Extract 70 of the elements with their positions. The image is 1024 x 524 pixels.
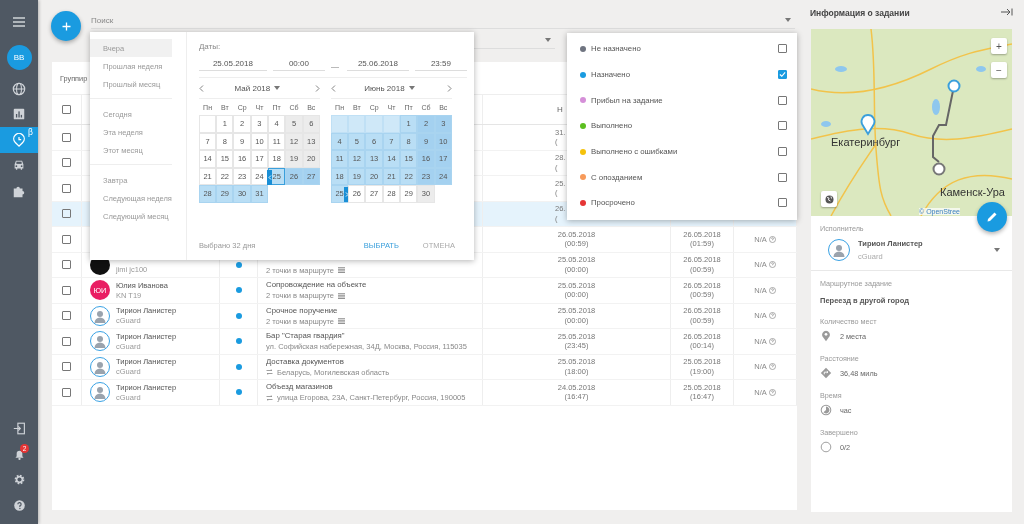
clock-icon [820, 404, 832, 416]
avatar-icon [828, 239, 850, 261]
checkbox[interactable] [778, 44, 787, 54]
avatar-icon [90, 305, 110, 326]
checkbox[interactable] [62, 311, 71, 321]
checkbox[interactable] [778, 198, 787, 208]
month-title[interactable]: Май 2018 [234, 83, 271, 93]
list-icon[interactable] [338, 318, 346, 325]
checkbox[interactable] [62, 105, 71, 114]
checkbox[interactable] [62, 387, 71, 397]
list-icon[interactable] [338, 292, 346, 299]
checkbox[interactable] [62, 260, 71, 270]
end-time-field[interactable]: 23:59 [414, 59, 467, 71]
checkbox[interactable] [62, 183, 71, 193]
caret-icon[interactable] [994, 248, 1000, 252]
month-title[interactable]: Июнь 2018 [364, 83, 405, 93]
end-date-field[interactable]: 25.06.2018 [346, 59, 409, 71]
route-end-marker[interactable] [932, 162, 946, 176]
menu-icon[interactable] [13, 17, 25, 27]
pencil-icon [986, 211, 998, 223]
checkbox[interactable] [62, 132, 71, 142]
caret-icon[interactable] [408, 86, 415, 90]
dates-label: Даты: [198, 42, 222, 53]
column-header[interactable]: Н [557, 105, 563, 114]
plus-icon [61, 21, 71, 31]
task-clock-icon[interactable] [12, 132, 26, 147]
checkbox[interactable] [62, 285, 71, 295]
checkbox[interactable] [778, 121, 787, 131]
swap-icon [266, 369, 273, 376]
avatar-icon [90, 331, 110, 352]
avatar-icon [90, 382, 110, 403]
gear-icon[interactable] [12, 473, 26, 487]
car-icon[interactable] [12, 158, 26, 173]
add-button[interactable] [51, 11, 81, 41]
checkbox[interactable] [62, 234, 71, 244]
panel-title: Информация о задании [810, 8, 910, 18]
logout-icon[interactable] [12, 422, 26, 436]
caret-icon[interactable] [785, 18, 791, 22]
globe-icon[interactable] [821, 191, 837, 207]
chart-icon[interactable] [12, 107, 26, 122]
range-start-handle[interactable] [267, 169, 273, 185]
beta-mark: β [28, 127, 33, 137]
start-time-field[interactable]: 00:00 [272, 59, 325, 71]
caret-icon[interactable] [274, 86, 281, 90]
globe-icon[interactable] [12, 81, 26, 96]
collapse-panel-icon[interactable] [1001, 8, 1013, 16]
checkbox[interactable] [62, 362, 71, 372]
help-icon[interactable] [12, 498, 26, 512]
checkbox[interactable] [62, 158, 71, 168]
avatar-icon [90, 356, 110, 377]
checkbox[interactable] [62, 336, 71, 346]
route-start-marker[interactable] [947, 79, 961, 93]
map-city-label: Каменск-Ура [940, 186, 1005, 198]
checkbox[interactable] [778, 147, 787, 157]
progress-icon [820, 441, 832, 453]
checkbox[interactable] [62, 209, 71, 219]
start-date-field[interactable]: 25.05.2018 [198, 59, 267, 71]
checkbox[interactable] [778, 95, 787, 105]
list-icon[interactable] [338, 267, 346, 274]
swap-icon [266, 394, 273, 401]
edit-button[interactable] [977, 202, 1007, 232]
zoom-in-button[interactable]: + [991, 38, 1007, 54]
pin-icon [820, 330, 832, 342]
route-icon [820, 367, 832, 379]
location-pin[interactable] [860, 114, 876, 135]
caret-icon[interactable] [545, 38, 551, 42]
zoom-out-button[interactable]: − [991, 62, 1007, 78]
checkbox[interactable] [778, 70, 787, 80]
range-dash: — [330, 62, 340, 71]
checkbox[interactable] [778, 172, 787, 182]
